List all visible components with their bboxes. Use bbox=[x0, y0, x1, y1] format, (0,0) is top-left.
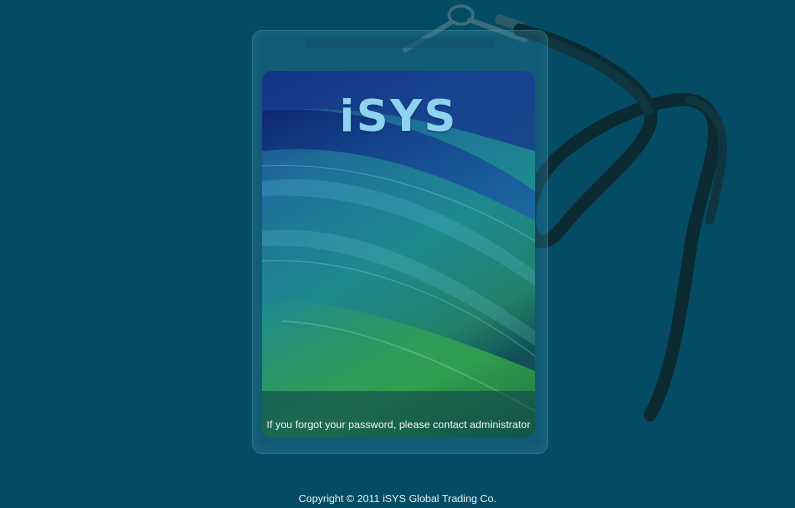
badge-slot bbox=[305, 38, 495, 48]
login-card: iSYS If you forgot your password, please… bbox=[262, 71, 535, 438]
isys-logo: iSYS bbox=[339, 91, 458, 142]
forgot-password-text: If you forgot your password, please cont… bbox=[266, 419, 531, 431]
copyright-text: Copyright © 2011 iSYS Global Trading Co. bbox=[298, 493, 497, 505]
login-stage: iSYS If you forgot your password, please… bbox=[0, 0, 795, 508]
